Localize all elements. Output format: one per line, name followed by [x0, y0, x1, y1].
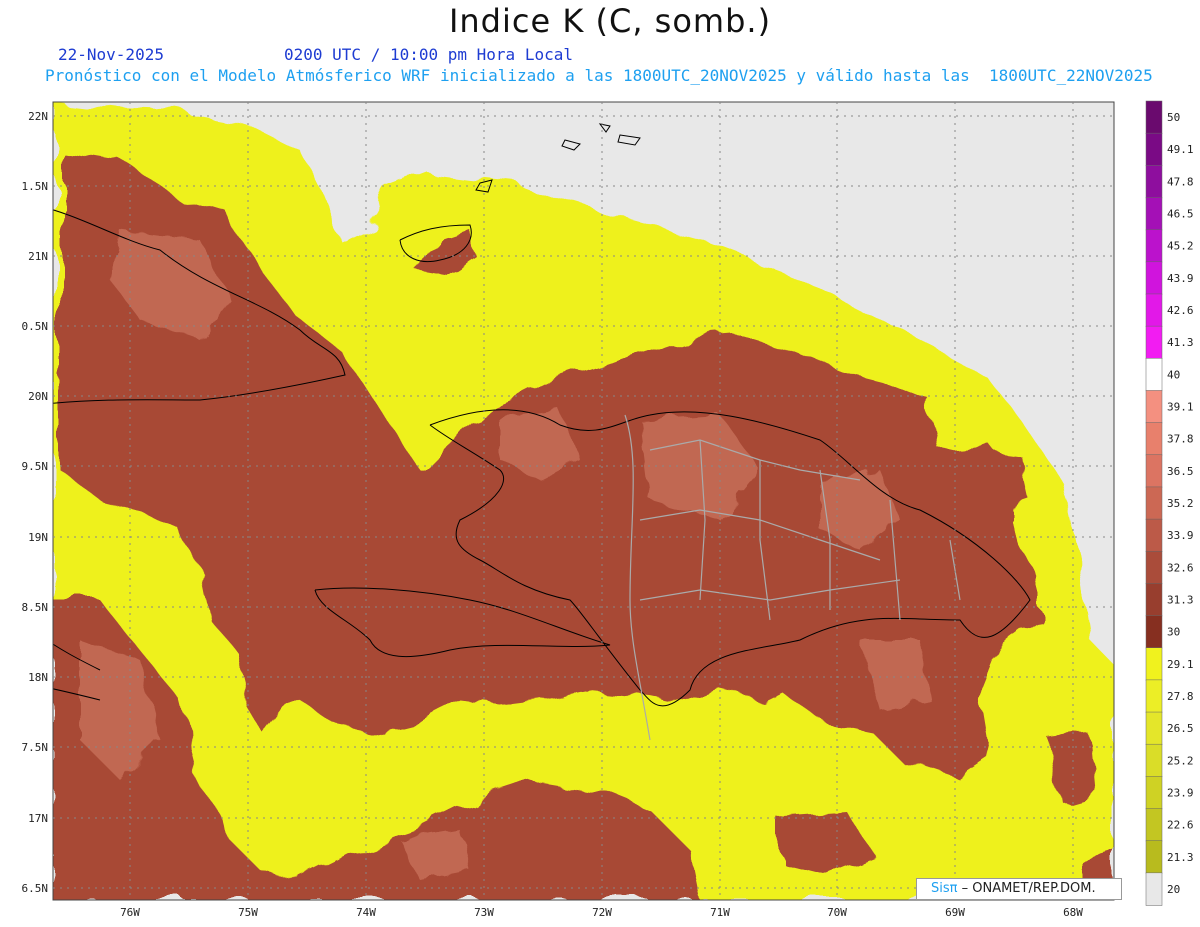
colorbar-labels: 50 49.1 47.8 46.5 45.2 43.9 42.6 41.3 40 39.1 37.8…	[1167, 111, 1194, 896]
latitude-label: 19N	[28, 531, 48, 544]
latitude-label: 18N	[28, 671, 48, 684]
colorbar-swatch	[1145, 454, 1163, 488]
colorbar-label: 22.6	[1167, 819, 1194, 832]
colorbar-swatch	[1145, 808, 1163, 842]
colorbar-swatch	[1145, 583, 1163, 617]
colorbar-label: 30	[1167, 626, 1180, 639]
colorbar-swatch	[1145, 743, 1163, 778]
colorbar-label: 26.5	[1167, 722, 1194, 735]
colorbar-swatch	[1145, 100, 1163, 134]
colorbar-label: 25.2	[1167, 754, 1194, 767]
latitude-label: 7.5N	[22, 741, 49, 754]
latitude-label: 17N	[28, 812, 48, 825]
colorbar-label: 36.5	[1167, 465, 1194, 478]
latitude-label: 0.5N	[22, 320, 49, 333]
colorbar-label: 39.1	[1167, 401, 1194, 414]
latitude-label: 21N	[28, 250, 48, 263]
colorbar-swatch	[1145, 615, 1163, 649]
credit-box: Sisπ – ONAMET/REP.DOM.	[916, 878, 1122, 900]
longitude-label: 72W	[592, 906, 612, 919]
longitude-label: 69W	[945, 906, 965, 919]
colorbar-swatch	[1145, 776, 1163, 810]
colorbar-swatch	[1145, 325, 1163, 360]
colorbar-swatch	[1145, 132, 1163, 167]
colorbar-label: 37.8	[1167, 433, 1194, 446]
credit-text: – ONAMET/REP.DOM.	[961, 881, 1096, 896]
sispi-logo: Sisπ	[931, 881, 958, 896]
k-index-map: 22N 1.5N 21N 0.5N 20N 9.5N 19N 8.5N 18N 7.5N 17N 6.…	[22, 101, 1115, 919]
colorbar-swatch	[1145, 165, 1163, 199]
colorbar-label: 41.3	[1167, 336, 1194, 349]
colorbar-swatch	[1145, 711, 1163, 745]
colorbar-swatch	[1145, 872, 1163, 906]
colorbar-swatch	[1145, 358, 1163, 392]
colorbar-label: 21.3	[1167, 851, 1194, 864]
latitude-label: 22N	[28, 110, 48, 123]
colorbar: 50 49.1 47.8 46.5 45.2 43.9 42.6 41.3 40 39.1 37.8…	[1145, 100, 1194, 906]
colorbar-label: 42.6	[1167, 304, 1194, 317]
longitude-label: 70W	[827, 906, 847, 919]
colorbar-swatch	[1145, 261, 1163, 295]
colorbar-label: 23.9	[1167, 786, 1194, 799]
colorbar-swatch	[1145, 518, 1163, 552]
longitude-label: 74W	[356, 906, 376, 919]
colorbar-label: 49.1	[1167, 143, 1194, 156]
colorbar-label: 33.9	[1167, 529, 1194, 542]
colorbar-swatch	[1145, 197, 1163, 231]
colorbar-swatch	[1145, 550, 1163, 585]
colorbar-swatch	[1145, 293, 1163, 327]
colorbar-label: 45.2	[1167, 240, 1194, 253]
longitude-labels: 76W 75W 74W 73W 72W 71W 70W 69W 68W	[120, 906, 1083, 919]
latitude-label: 9.5N	[22, 460, 49, 473]
colorbar-swatches	[1145, 100, 1163, 906]
colorbar-swatch	[1145, 486, 1163, 520]
colorbar-label: 35.2	[1167, 497, 1194, 510]
colorbar-label: 46.5	[1167, 208, 1194, 221]
colorbar-label: 20	[1167, 883, 1180, 896]
colorbar-label: 43.9	[1167, 272, 1194, 285]
colorbar-label: 40	[1167, 368, 1180, 381]
colorbar-label: 50	[1167, 111, 1180, 124]
colorbar-swatch	[1145, 229, 1163, 263]
colorbar-label: 27.8	[1167, 690, 1194, 703]
colorbar-label: 47.8	[1167, 175, 1194, 188]
colorbar-swatch	[1145, 422, 1163, 456]
latitude-labels: 22N 1.5N 21N 0.5N 20N 9.5N 19N 8.5N 18N 7.5N 17N 6.…	[22, 110, 49, 895]
longitude-label: 71W	[710, 906, 730, 919]
colorbar-swatch	[1145, 840, 1163, 874]
latitude-label: 6.5N	[22, 882, 49, 895]
colorbar-swatch	[1145, 647, 1163, 681]
longitude-label: 73W	[474, 906, 494, 919]
colorbar-label: 31.3	[1167, 593, 1194, 606]
colorbar-label: 29.1	[1167, 658, 1194, 671]
colorbar-swatch	[1145, 679, 1163, 713]
longitude-label: 68W	[1063, 906, 1083, 919]
colorbar-label: 32.6	[1167, 561, 1194, 574]
longitude-label: 76W	[120, 906, 140, 919]
latitude-label: 1.5N	[22, 180, 49, 193]
latitude-label: 8.5N	[22, 601, 49, 614]
colorbar-swatch	[1145, 390, 1163, 424]
latitude-label: 20N	[28, 390, 48, 403]
longitude-label: 75W	[238, 906, 258, 919]
